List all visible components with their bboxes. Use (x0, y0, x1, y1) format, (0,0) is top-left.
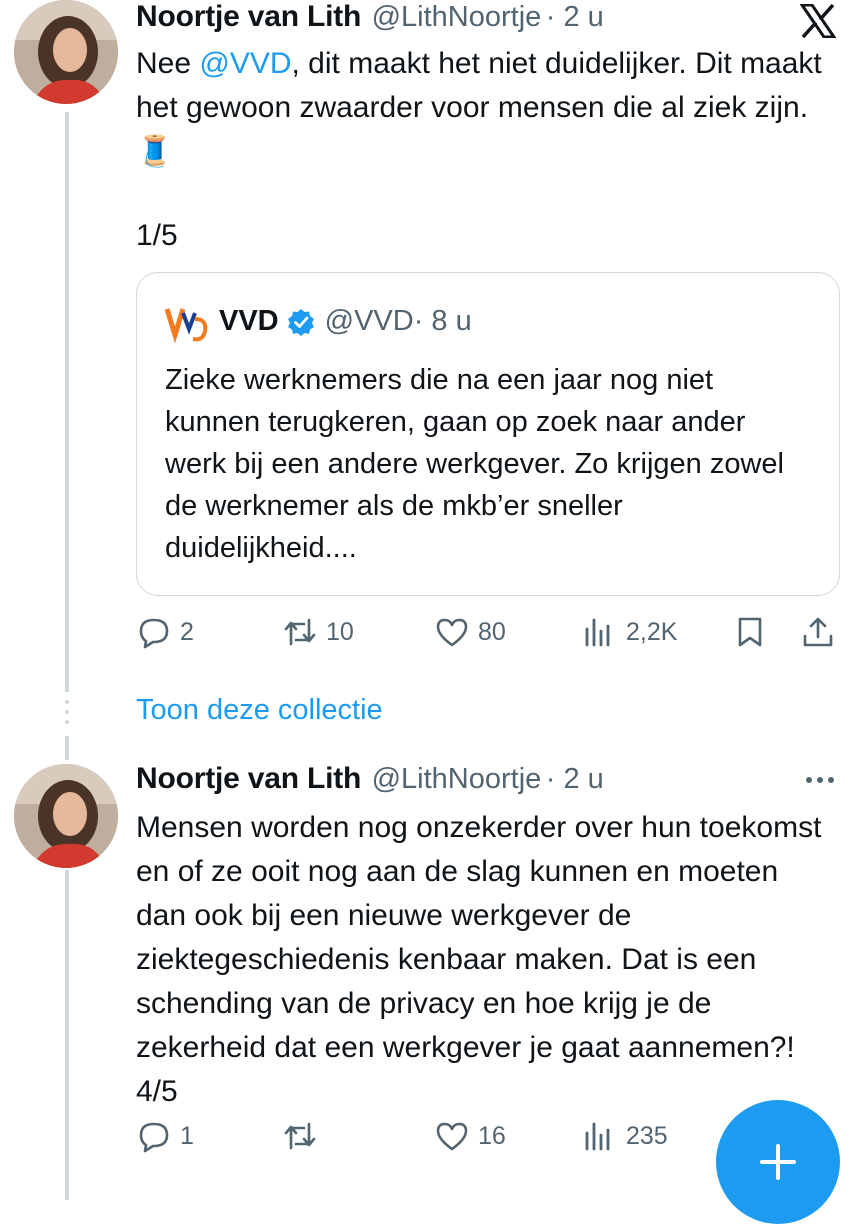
avatar[interactable] (14, 0, 118, 104)
views-button[interactable]: 235 (582, 1118, 668, 1154)
like-count: 80 (478, 617, 506, 646)
quote-time[interactable]: · 8 u (414, 305, 472, 338)
quote-header: VVD @VVD · 8 u (219, 305, 472, 338)
compose-button[interactable] (716, 1100, 840, 1224)
views-icon (582, 1118, 626, 1154)
bookmark-icon (732, 614, 776, 650)
repost-button[interactable] (282, 1118, 326, 1154)
bookmark-button[interactable] (732, 614, 776, 650)
reply-icon (136, 1118, 180, 1154)
heart-icon (434, 1118, 478, 1154)
reply-icon (136, 614, 180, 650)
like-button[interactable]: 80 (434, 614, 506, 650)
author-name[interactable]: Noortje van Lith (136, 762, 361, 795)
reply-count: 2 (180, 617, 194, 646)
views-icon (582, 614, 626, 650)
quote-text: Zieke werknemers die na een jaar nog nie… (165, 364, 784, 564)
repost-count: 10 (326, 617, 354, 646)
thread-connector-line-2 (65, 736, 69, 760)
like-count: 16 (478, 1121, 506, 1150)
thread-count: 1/5 (136, 219, 178, 252)
quoted-tweet-card[interactable]: VVD @VVD · 8 u Zieke werknemers die na e… (136, 272, 840, 596)
author-name[interactable]: Noortje van Lith (136, 0, 361, 33)
show-collection-link[interactable]: Toon deze collectie (136, 694, 383, 727)
repost-icon (282, 1118, 326, 1154)
tweet-text-part: Nee (136, 47, 200, 80)
tweet-time[interactable]: · 2 u (546, 1, 604, 33)
share-button[interactable] (800, 614, 844, 650)
thread-gap-dots (63, 698, 71, 728)
share-icon (800, 614, 844, 650)
repost-icon (282, 614, 326, 650)
reply-count: 1 (180, 1121, 194, 1150)
tweet1-header: Noortje van Lith @LithNoortje · 2 u (136, 0, 836, 38)
heart-icon (434, 614, 478, 650)
author-handle[interactable]: @LithNoortje (372, 1, 542, 33)
views-count: 2,2K (626, 617, 678, 646)
more-icon[interactable] (804, 770, 836, 790)
thread-connector-line (65, 112, 69, 692)
author-handle[interactable]: @LithNoortje (372, 763, 542, 795)
plus-icon (758, 1142, 798, 1182)
thread-connector-line-3 (65, 870, 69, 1200)
reply-button[interactable]: 1 (136, 1118, 194, 1154)
vvd-logo (165, 305, 209, 343)
repost-button[interactable]: 10 (282, 614, 354, 650)
quote-author-name[interactable]: VVD (219, 305, 279, 338)
quote-author-handle[interactable]: @VVD (325, 305, 414, 338)
like-button[interactable]: 16 (434, 1118, 506, 1154)
verified-badge-icon (287, 308, 315, 336)
reply-button[interactable]: 2 (136, 614, 194, 650)
tweet2-header: Noortje van Lith @LithNoortje · 2 u (136, 762, 776, 800)
views-button[interactable]: 2,2K (582, 614, 677, 650)
tweet2-text: Mensen worden nog onzekerder over hun to… (136, 811, 822, 1108)
tweet1-text: Nee @VVD, dit maakt het niet duidelijker… (136, 42, 841, 174)
avatar[interactable] (14, 764, 118, 868)
mention-link[interactable]: @VVD (199, 47, 291, 80)
views-count: 235 (626, 1121, 668, 1150)
tweet-time[interactable]: · 2 u (546, 763, 604, 795)
x-logo-icon[interactable] (800, 4, 836, 38)
